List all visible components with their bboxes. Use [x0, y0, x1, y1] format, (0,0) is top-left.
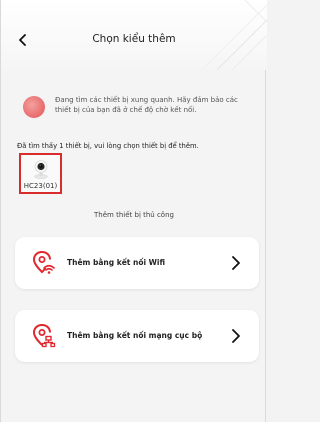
- chevron-right-icon: [232, 329, 240, 343]
- device-item[interactable]: HC23(01): [19, 153, 62, 194]
- manual-add-heading: Thêm thiết bị thủ công: [94, 211, 174, 219]
- header: Chọn kiểu thêm: [1, 0, 267, 70]
- scan-status: Đang tìm các thiết bị xung quanh. Hãy đả…: [21, 90, 257, 126]
- add-via-wifi-label: Thêm bằng kết nối Wifi: [67, 258, 166, 267]
- add-via-lan-button[interactable]: Thêm bằng kết nối mạng cục bộ: [15, 310, 259, 362]
- camera-icon: [34, 160, 48, 179]
- scan-status-text: Đang tìm các thiết bị xung quanh. Hãy đả…: [55, 96, 238, 114]
- app-screen: Chọn kiểu thêm Đang tìm các thiết bị xun…: [0, 0, 267, 422]
- add-via-lan-label: Thêm bằng kết nối mạng cục bộ: [67, 331, 203, 340]
- chevron-right-icon: [232, 256, 240, 270]
- page-title: Chọn kiểu thêm: [92, 33, 176, 45]
- add-via-wifi-button[interactable]: Thêm bằng kết nối Wifi: [15, 237, 259, 289]
- lan-location-icon: [32, 324, 56, 348]
- device-name: HC23(01): [23, 182, 58, 190]
- wifi-location-icon: [32, 251, 55, 274]
- devices-found-text: Đã tìm thấy 1 thiết bị, vui lòng chọn th…: [17, 142, 199, 150]
- scanning-indicator-icon: [23, 96, 45, 118]
